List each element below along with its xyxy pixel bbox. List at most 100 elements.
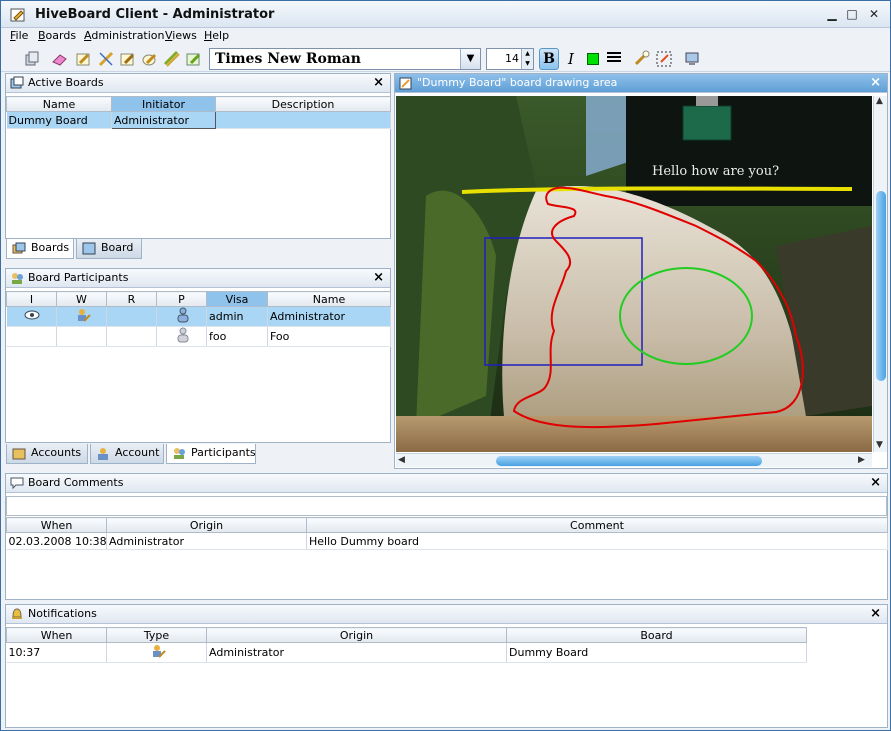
column-header-board[interactable]: Board xyxy=(506,627,807,643)
column-header-origin[interactable]: Origin xyxy=(206,627,507,643)
rectangle-icon[interactable] xyxy=(119,50,137,68)
vertical-scrollbar[interactable]: ▲ ▼ xyxy=(873,96,887,452)
column-header-w[interactable]: W xyxy=(56,291,107,307)
tab-boards[interactable]: Boards xyxy=(6,239,74,259)
close-icon[interactable]: × xyxy=(870,74,881,92)
notifications-header: Notifications × xyxy=(6,605,887,624)
menu-views-label: iews xyxy=(172,29,197,42)
chevron-down-icon[interactable]: ▼ xyxy=(460,49,480,69)
scroll-right-icon[interactable]: ▶ xyxy=(858,455,865,465)
tab-board-label: Board xyxy=(101,241,134,254)
horizontal-scroll-thumb[interactable] xyxy=(496,456,762,466)
line-width-button[interactable] xyxy=(607,52,621,66)
close-window-button[interactable]: ✕ xyxy=(868,8,880,20)
notifications-panel: Notifications × When Type Origin Board 1… xyxy=(5,604,888,728)
pencil-icon[interactable] xyxy=(75,50,93,68)
menu-help[interactable]: Help xyxy=(204,29,229,42)
horizontal-scrollbar[interactable]: ◀ ▶ xyxy=(396,453,872,467)
scroll-left-icon[interactable]: ◀ xyxy=(398,455,405,465)
comment-input[interactable] xyxy=(6,496,887,516)
font-family-value: Times New Roman xyxy=(215,51,361,67)
column-header-type[interactable]: Type xyxy=(106,627,207,643)
font-size-field[interactable]: 14 ▲ ▼ xyxy=(486,48,534,70)
table-row[interactable]: Dummy Board Administrator xyxy=(6,111,391,129)
comment-cell: Hello Dummy board xyxy=(306,532,888,550)
column-header-p[interactable]: P xyxy=(156,291,207,307)
column-header-when[interactable]: When xyxy=(6,627,107,643)
participants-icon xyxy=(174,448,185,459)
writer-icon xyxy=(152,645,166,658)
menu-administration[interactable]: Administration xyxy=(84,29,165,42)
account-icon xyxy=(98,448,108,460)
font-family-select[interactable]: Times New Roman ▼ xyxy=(209,48,481,70)
scroll-up-icon[interactable]: ▲ xyxy=(876,96,883,106)
menu-boards[interactable]: Boards xyxy=(38,29,76,42)
close-icon[interactable]: × xyxy=(870,605,881,623)
board-name-cell: Dummy Board xyxy=(6,111,112,129)
table-row[interactable]: 10:37 Administrator Dummy Board xyxy=(6,642,807,663)
writer-icon xyxy=(77,309,91,322)
scroll-down-icon[interactable]: ▼ xyxy=(876,440,883,450)
window-title: HiveBoard Client - Administrator xyxy=(35,7,275,22)
column-header-when[interactable]: When xyxy=(6,517,107,533)
disconnect-icon[interactable] xyxy=(23,50,41,68)
bell-icon xyxy=(12,608,22,619)
font-size-value: 14 xyxy=(505,52,519,65)
board-cell: Dummy Board xyxy=(506,642,807,663)
line-icon[interactable] xyxy=(97,50,115,68)
column-header-name[interactable]: Name xyxy=(267,291,391,307)
tab-account[interactable]: Account xyxy=(90,444,164,464)
select-icon[interactable] xyxy=(633,50,651,68)
column-header-name[interactable]: Name xyxy=(6,96,112,112)
column-header-r[interactable]: R xyxy=(106,291,157,307)
vertical-scroll-thumb[interactable] xyxy=(876,191,886,381)
column-header-origin[interactable]: Origin xyxy=(106,517,307,533)
name-cell: Foo xyxy=(267,326,391,347)
column-header-visa[interactable]: Visa xyxy=(206,291,268,307)
menu-views[interactable]: Views xyxy=(165,29,197,42)
photo-pool xyxy=(396,416,872,452)
font-size-spinner[interactable]: ▲ ▼ xyxy=(521,49,533,69)
highlight-icon[interactable] xyxy=(163,50,181,68)
comments-title: Board Comments xyxy=(28,476,124,489)
column-header-i[interactable]: I xyxy=(6,291,57,307)
menu-file[interactable]: File xyxy=(10,29,28,42)
minimize-button[interactable]: ▁ xyxy=(826,8,838,20)
board-text-annotation[interactable]: Hello how are you? xyxy=(652,164,779,179)
when-cell: 10:37 xyxy=(6,642,107,663)
tab-accounts[interactable]: Accounts xyxy=(6,444,88,464)
comments-header: Board Comments × xyxy=(6,474,887,493)
board-initiator-cell: Administrator xyxy=(111,111,216,129)
ellipse-icon[interactable] xyxy=(141,50,159,68)
close-icon[interactable]: × xyxy=(870,474,881,492)
tab-participants-label: Participants xyxy=(191,446,256,459)
tab-participants[interactable]: Participants xyxy=(166,444,256,464)
eraser-icon[interactable] xyxy=(51,50,69,68)
column-header-initiator[interactable]: Initiator xyxy=(111,96,216,112)
tab-board[interactable]: Board xyxy=(76,239,142,259)
column-header-description[interactable]: Description xyxy=(215,96,391,112)
italic-toggle-button[interactable]: I xyxy=(563,48,579,70)
bold-toggle-button[interactable]: B xyxy=(539,48,559,70)
comments-panel: Board Comments × When Origin Comment 02.… xyxy=(5,473,888,600)
monitor-icon[interactable] xyxy=(683,50,701,68)
active-boards-panel: Active Boards × Name Initiator Descripti… xyxy=(5,73,391,239)
table-row[interactable]: admin Administrator xyxy=(6,306,391,327)
table-row[interactable]: 02.03.2008 10:38 Administrator Hello Dum… xyxy=(6,532,888,550)
drawing-canvas[interactable]: Hello how are you? xyxy=(396,96,872,452)
drawing-board[interactable]: Hello how are you? xyxy=(396,96,872,452)
maximize-button[interactable]: □ xyxy=(846,8,858,20)
table-row[interactable]: foo Foo xyxy=(6,326,391,347)
column-header-comment[interactable]: Comment xyxy=(306,517,888,533)
selection-frame-icon[interactable] xyxy=(655,50,673,68)
participants-tabs: Accounts Account Participants xyxy=(5,444,391,464)
text-icon[interactable] xyxy=(185,50,203,68)
comments-table: When Origin Comment 02.03.2008 10:38 Adm… xyxy=(6,517,888,550)
tab-boards-label: Boards xyxy=(31,241,70,254)
close-icon[interactable]: × xyxy=(373,269,384,287)
color-picker-button[interactable] xyxy=(587,53,599,65)
app-icon xyxy=(10,8,25,22)
photo-cable-car-hanger xyxy=(696,96,718,106)
p-cell xyxy=(156,326,207,347)
close-icon[interactable]: × xyxy=(373,74,384,92)
